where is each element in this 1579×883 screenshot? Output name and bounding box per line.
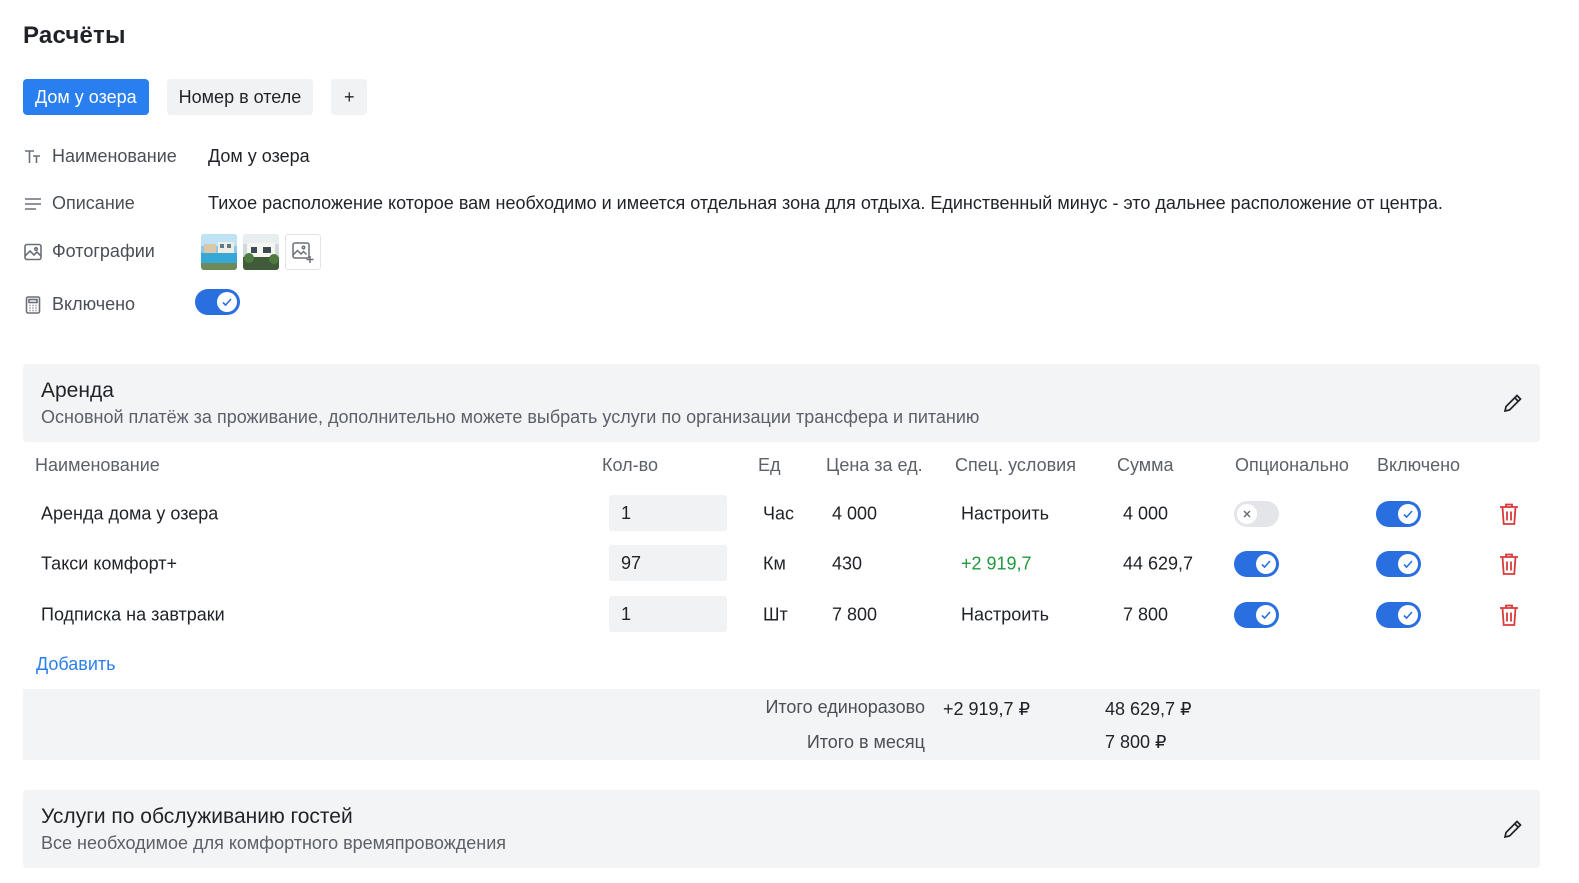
- special-conditions-value[interactable]: +2 919,7: [961, 554, 1032, 575]
- row-unit: Шт: [763, 604, 788, 625]
- row-unit: Км: [763, 553, 786, 574]
- check-icon: [217, 292, 237, 312]
- trash-icon[interactable]: [1497, 501, 1521, 527]
- table-row: Подписка на завтраки Шт 7 800 Настроить …: [23, 590, 1540, 640]
- section-description: Все необходимое для комфортного времяпро…: [41, 833, 507, 853]
- column-header-optional: Опционально: [1235, 455, 1349, 475]
- photo-thumbnail[interactable]: [201, 234, 237, 270]
- add-image-icon: [292, 242, 314, 263]
- trash-icon[interactable]: [1497, 602, 1521, 628]
- photo-gallery: [201, 234, 321, 270]
- row-price: 4 000: [832, 503, 878, 524]
- edit-icon[interactable]: [1501, 817, 1525, 841]
- total-once-label: Итого единоразово: [765, 697, 925, 717]
- trash-icon[interactable]: [1497, 551, 1521, 577]
- property-name-value[interactable]: Дом у озера: [208, 146, 310, 167]
- column-header-enabled: Включено: [1377, 455, 1461, 475]
- property-photos: Фотографии: [23, 241, 155, 262]
- add-photo-button[interactable]: [285, 234, 321, 270]
- enabled-toggle[interactable]: [195, 289, 240, 315]
- page-title: Расчёты: [23, 22, 126, 49]
- property-enabled-label: Включено: [52, 294, 136, 314]
- total-monthly-value: 7 800 ₽: [1105, 732, 1167, 752]
- calculator-icon: [23, 295, 43, 315]
- row-sum: 7 800: [1123, 604, 1169, 625]
- column-header-price: Цена за ед.: [826, 455, 923, 475]
- row-unit: Час: [763, 503, 795, 524]
- photo-thumbnail[interactable]: [243, 234, 279, 270]
- row-price: 430: [832, 553, 863, 574]
- totals-panel: Итого единоразово +2 919,7 ₽ 48 629,7 ₽ …: [23, 689, 1540, 760]
- configure-link[interactable]: Настроить: [961, 605, 1049, 626]
- property-enabled: Включено: [23, 294, 135, 315]
- column-header-name: Наименование: [35, 455, 160, 475]
- total-once-special: +2 919,7 ₽: [943, 699, 1031, 719]
- check-icon: [1256, 605, 1276, 625]
- property-photos-label: Фотографии: [52, 241, 155, 261]
- optional-toggle[interactable]: [1234, 551, 1279, 577]
- section-title: Аренда: [41, 379, 114, 402]
- enabled-toggle[interactable]: [1376, 602, 1421, 628]
- edit-icon[interactable]: [1501, 391, 1525, 415]
- row-name: Аренда дома у озера: [41, 503, 219, 524]
- quantity-input[interactable]: [609, 596, 727, 632]
- table-row: Такси комфорт+ Км 430 +2 919,7 44 629,7: [23, 539, 1540, 589]
- property-description-label: Описание: [52, 193, 135, 213]
- close-icon: [1237, 504, 1257, 524]
- tab-hotel-room[interactable]: Номер в отеле: [166, 79, 314, 115]
- row-name: Такси комфорт+: [41, 553, 177, 574]
- check-icon: [1398, 504, 1418, 524]
- rent-section-header: Аренда Основной платёж за проживание, до…: [23, 364, 1540, 442]
- guest-services-section-header: Услуги по обслуживанию гостей Все необхо…: [23, 790, 1540, 868]
- quantity-input[interactable]: [609, 495, 727, 531]
- lines-icon: [23, 194, 43, 214]
- section-description: Основной платёж за проживание, дополните…: [41, 407, 980, 427]
- column-header-qty: Кол-во: [602, 455, 658, 475]
- property-name-label: Наименование: [52, 146, 177, 166]
- add-tab-button[interactable]: +: [331, 79, 368, 115]
- row-price: 7 800: [832, 604, 878, 625]
- add-row-link[interactable]: Добавить: [36, 654, 116, 675]
- tab-lake-house[interactable]: Дом у озера: [23, 79, 149, 115]
- table-row: Аренда дома у озера Час 4 000 Настроить …: [23, 489, 1540, 539]
- check-icon: [1256, 554, 1276, 574]
- column-header-special: Спец. условия: [955, 455, 1076, 475]
- calculation-tabs: Дом у озера Номер в отеле +: [23, 79, 368, 115]
- property-description-value[interactable]: Тихое расположение которое вам необходим…: [208, 193, 1443, 214]
- optional-toggle[interactable]: [1234, 602, 1279, 628]
- section-title: Услуги по обслуживанию гостей: [41, 805, 353, 828]
- property-description: Описание: [23, 193, 135, 214]
- property-name: Наименование: [23, 146, 177, 167]
- text-type-icon: [23, 147, 43, 167]
- enabled-toggle[interactable]: [1376, 501, 1421, 527]
- column-header-unit: Ед: [758, 455, 781, 475]
- row-name: Подписка на завтраки: [41, 604, 225, 625]
- check-icon: [1398, 605, 1418, 625]
- enabled-toggle[interactable]: [1376, 551, 1421, 577]
- column-header-sum: Сумма: [1117, 455, 1174, 475]
- quantity-input[interactable]: [609, 545, 727, 581]
- optional-toggle[interactable]: [1234, 501, 1279, 527]
- row-sum: 44 629,7: [1123, 553, 1194, 574]
- image-icon: [23, 242, 43, 262]
- check-icon: [1398, 554, 1418, 574]
- row-sum: 4 000: [1123, 503, 1169, 524]
- configure-link[interactable]: Настроить: [961, 504, 1049, 525]
- total-once-value: 48 629,7 ₽: [1105, 699, 1192, 719]
- total-monthly-label: Итого в месяц: [806, 732, 925, 752]
